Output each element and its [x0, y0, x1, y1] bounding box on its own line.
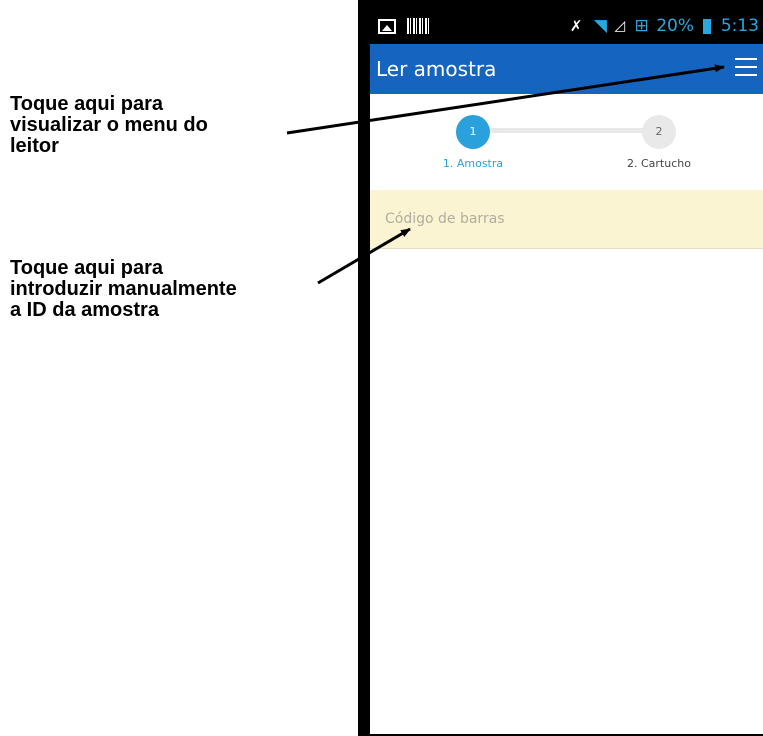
sample-id-callout-arrow	[317, 227, 411, 285]
menu-callout-arrow	[286, 64, 725, 135]
callout-arrows	[286, 64, 725, 285]
